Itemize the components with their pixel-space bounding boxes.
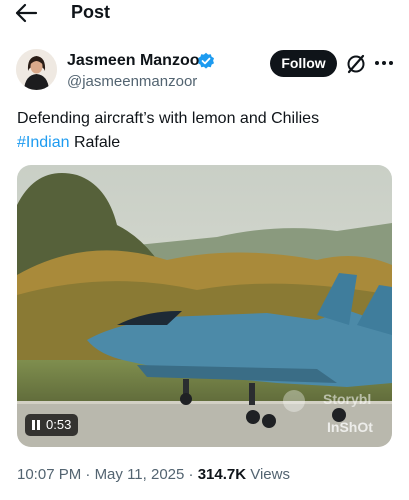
author-name[interactable]: Jasmeen Manzoor — [67, 51, 206, 71]
post-time[interactable]: 10:07 PM — [17, 466, 81, 483]
page-title: Post — [71, 2, 111, 22]
pause-icon — [32, 420, 40, 430]
more-horizontal-icon — [375, 61, 393, 65]
tweet-text: Defending aircraft’s with lemon and Chil… — [17, 107, 397, 155]
grok-icon — [347, 54, 365, 74]
post-date[interactable]: May 11, 2025 — [95, 466, 185, 483]
watermark-storyblocks: Storybl — [323, 391, 372, 407]
verified-badge-icon — [198, 52, 214, 69]
grok-button[interactable] — [345, 53, 367, 75]
views-label: Views — [246, 466, 290, 483]
arrow-left-icon — [15, 3, 38, 23]
tweet-text-line-2: #Indian Rafale — [17, 131, 397, 155]
meta-separator: · — [81, 466, 95, 483]
author-handle[interactable]: @jasmeenmanzoor — [67, 72, 197, 91]
watermark-inshot: InShOt — [327, 419, 373, 435]
tweet-text-tail: Rafale — [69, 134, 121, 151]
avatar[interactable] — [16, 49, 57, 90]
hashtag-link[interactable]: #Indian — [17, 134, 70, 151]
top-bar: Post — [0, 0, 409, 28]
views-count: 314.7K — [197, 466, 247, 483]
avatar-image — [16, 49, 57, 90]
tweet-meta: 10:07 PM · May 11, 2025 · 314.7K Views — [17, 465, 290, 484]
video-player[interactable]: Storybl InShOt 0:53 — [17, 165, 392, 447]
more-options-button[interactable] — [374, 55, 394, 71]
follow-button[interactable]: Follow — [270, 50, 337, 77]
back-button[interactable] — [14, 1, 40, 25]
tweet-text-line-1: Defending aircraft’s with lemon and Chil… — [17, 110, 320, 127]
video-duration: 0:53 — [46, 417, 72, 432]
meta-separator-2: · — [184, 466, 198, 483]
video-duration-badge[interactable]: 0:53 — [25, 414, 79, 436]
